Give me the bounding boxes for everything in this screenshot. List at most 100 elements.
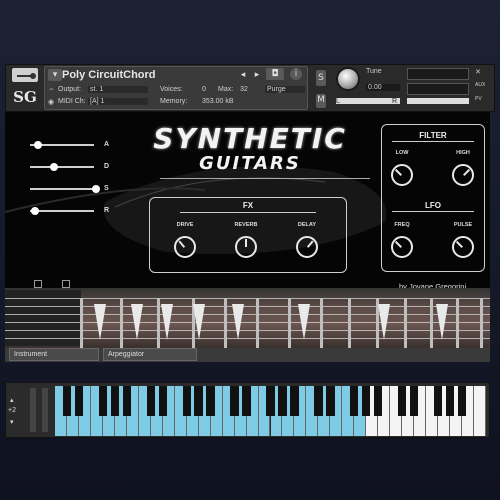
black-key[interactable]	[350, 386, 359, 416]
tab-instrument[interactable]: Instrument	[9, 348, 99, 361]
black-key[interactable]	[362, 386, 371, 416]
tuning-peg-icon	[34, 280, 42, 288]
black-key[interactable]	[62, 386, 72, 416]
fret	[430, 298, 433, 348]
white-key[interactable]	[474, 386, 486, 436]
black-key[interactable]	[182, 386, 191, 416]
black-key[interactable]	[206, 386, 215, 416]
title-divider	[160, 178, 370, 179]
black-key[interactable]	[122, 386, 132, 416]
close-icon[interactable]: ✕	[475, 68, 481, 76]
collapse-icon[interactable]: ▾	[48, 69, 62, 81]
lfo-divider	[392, 211, 474, 212]
black-key[interactable]	[398, 386, 407, 416]
mute-button[interactable]: M	[316, 94, 326, 108]
instrument-name[interactable]: Poly CircuitChord	[62, 69, 156, 81]
pan-right-label: R	[392, 98, 398, 105]
max-label: Max:	[218, 86, 234, 93]
envelope-slider-d[interactable]	[30, 166, 94, 168]
fret	[224, 298, 227, 348]
black-key[interactable]	[278, 386, 287, 416]
voices-label: Voices:	[160, 86, 183, 93]
fx-reverb-knob[interactable]	[235, 236, 257, 258]
black-key[interactable]	[98, 386, 108, 416]
envelope-slider-label: A	[104, 141, 110, 148]
guitar-string	[5, 314, 490, 315]
black-key[interactable]	[433, 386, 443, 416]
fret-inlay	[193, 304, 205, 340]
black-key[interactable]	[314, 386, 323, 416]
envelope-slider-label: R	[104, 207, 110, 214]
black-key[interactable]	[457, 386, 467, 416]
envelope-slider-label: S	[104, 185, 109, 192]
fx-delay-knob[interactable]	[296, 236, 318, 258]
envelope-slider-label: D	[104, 163, 110, 170]
fret-inlay	[436, 304, 448, 340]
solo-button[interactable]: S	[316, 70, 326, 86]
tab-arpeggiator[interactable]: Arpeggiator	[103, 348, 197, 361]
aux-button[interactable]: AUX	[475, 82, 485, 88]
octave-value: +2	[8, 407, 16, 414]
next-instrument-icon[interactable]: ▸	[250, 69, 264, 81]
fret	[120, 298, 123, 348]
info-icon[interactable]: i	[290, 68, 302, 80]
lfo-pulse-knob[interactable]	[452, 236, 474, 258]
fret	[256, 298, 259, 348]
pan-slider[interactable]	[336, 98, 400, 104]
black-key[interactable]	[266, 386, 275, 416]
fx-drive-knob[interactable]	[174, 236, 196, 258]
fret	[157, 298, 160, 348]
black-key[interactable]	[242, 386, 251, 416]
black-key[interactable]	[74, 386, 84, 416]
octave-up-icon[interactable]: ▴	[10, 396, 14, 404]
black-key[interactable]	[146, 386, 155, 416]
black-key[interactable]	[194, 386, 203, 416]
wrench-icon[interactable]	[12, 68, 38, 82]
envelope-slider-handle[interactable]	[92, 185, 100, 193]
camera-icon[interactable]: ◘	[266, 68, 284, 80]
tune-value[interactable]: 0.00	[366, 84, 400, 91]
mod-wheel[interactable]	[42, 388, 48, 432]
piano-keyboard[interactable]	[55, 386, 486, 436]
envelope-slider-r[interactable]	[30, 210, 94, 212]
fx-delay-label: DELAY	[297, 222, 317, 228]
lfo-freq-knob[interactable]	[391, 236, 413, 258]
filter-high-knob[interactable]	[452, 164, 474, 186]
envelope-slider-s[interactable]	[30, 188, 94, 190]
filter-high-label: HIGH	[456, 150, 470, 156]
black-key[interactable]	[158, 386, 167, 416]
black-key[interactable]	[445, 386, 455, 416]
fx-drive-label: DRIVE	[176, 222, 194, 228]
volume-slider[interactable]	[407, 98, 469, 104]
filter-low-label: LOW	[395, 150, 409, 156]
guitar-string	[5, 298, 490, 299]
filter-low-knob[interactable]	[391, 164, 413, 186]
fret	[404, 298, 407, 348]
output-meter-right	[407, 83, 469, 95]
tune-knob[interactable]	[336, 67, 360, 91]
purge-dropdown[interactable]: Purge	[265, 86, 305, 93]
pitch-wheel[interactable]	[30, 388, 36, 432]
output-label: Output:	[58, 86, 81, 93]
prev-instrument-icon[interactable]: ◂	[236, 69, 250, 81]
octave-down-icon[interactable]: ▾	[10, 418, 14, 426]
black-key[interactable]	[326, 386, 335, 416]
black-key[interactable]	[290, 386, 299, 416]
fx-reverb-label: REVERB	[234, 222, 258, 228]
midi-select[interactable]: [A] 1	[88, 98, 148, 105]
black-key[interactable]	[230, 386, 239, 416]
output-select[interactable]: st. 1	[88, 86, 148, 93]
fret	[480, 298, 483, 348]
fret-inlay	[131, 304, 143, 340]
pv-button[interactable]: PV	[475, 96, 482, 102]
black-key[interactable]	[409, 386, 419, 416]
output-icon: ⇔	[48, 86, 55, 93]
fret-inlay	[94, 304, 106, 340]
black-key[interactable]	[110, 386, 120, 416]
fret-inlay	[298, 304, 310, 340]
title-line-1: SYNTHETIC	[153, 122, 347, 155]
lfo-pulse-label: PULSE	[453, 222, 473, 228]
black-key[interactable]	[374, 386, 383, 416]
max-voices-field[interactable]: 32	[240, 86, 248, 93]
fret	[80, 298, 83, 348]
